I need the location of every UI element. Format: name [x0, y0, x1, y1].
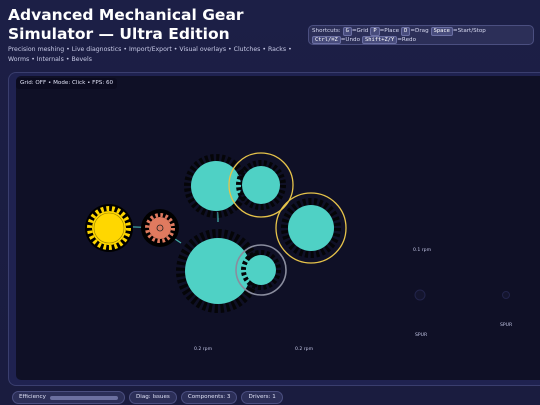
rpm-label: 0.1 rpm: [413, 248, 432, 253]
teal-gear-large[interactable]: [176, 229, 260, 313]
shortcut-action: =Undo: [340, 36, 361, 43]
shortcut-drag: D =Drag: [401, 27, 429, 36]
efficiency-meter: Efficiency: [12, 391, 125, 404]
gear-body: [246, 255, 276, 285]
gear-body: [149, 217, 171, 239]
teal-gear-right[interactable]: [281, 198, 341, 258]
gear-body: [185, 238, 251, 304]
shortcut-grid: G =Grid: [342, 27, 369, 36]
shortcut-key: G: [342, 27, 352, 36]
shortcut-key: Shift+Z/Y: [362, 35, 398, 44]
hud-status: Grid: OFF • Mode: Click • FPS: 60: [16, 78, 118, 89]
shortcut-redo: Shift+Z/Y =Redo: [362, 35, 416, 44]
gear-body: [288, 205, 334, 251]
shortcut-undo: Ctrl/⌘Z =Undo: [312, 35, 361, 44]
efficiency-fill: [49, 395, 118, 400]
shortcut-start-stop: Space =Start/Stop: [430, 27, 486, 36]
shortcut-key: D: [401, 27, 411, 36]
efficiency-track: [49, 395, 118, 400]
teal-gear-upper-small[interactable]: [236, 160, 286, 210]
shortcut-key: P: [370, 27, 380, 36]
shortcut-action: =Grid: [351, 28, 369, 34]
spur-label: SPUR: [415, 333, 428, 338]
spur-gear-faint: [414, 289, 426, 301]
shortcut-key: Space: [430, 27, 453, 36]
components-badge: Components: 3: [180, 391, 238, 404]
simulation-canvas[interactable]: [16, 76, 540, 380]
shortcut-action: =Redo: [397, 36, 416, 43]
shortcut-action: =Start/Stop: [452, 28, 486, 34]
shortcut-action: =Drag: [410, 28, 429, 34]
rpm-label: 0.2 rpm: [194, 347, 213, 352]
page-title: Advanced Mechanical Gear Simulator — Ult…: [8, 6, 244, 43]
shortcut-place: P =Place: [370, 27, 399, 36]
gear-body: [92, 211, 126, 245]
teal-gear-small[interactable]: [241, 250, 281, 290]
shortcuts-panel: Shortcuts: G =Grid P =Place D =Drag Space =S…: [308, 25, 534, 45]
shortcut-action: =Place: [379, 28, 400, 34]
drivers-badge: Drivers: 1: [241, 391, 283, 404]
gear-scene[interactable]: [16, 76, 540, 380]
page-subtitle: Precision meshing • Live diagnostics • I…: [8, 46, 292, 63]
shortcuts-label: Shortcuts:: [312, 28, 341, 35]
rpm-label: 0.2 rpm: [295, 347, 314, 352]
status-bar: Efficiency Diag: Issues Components: 3 Dr…: [12, 391, 283, 404]
spur-gear-faint: [502, 291, 510, 299]
shortcut-key: Ctrl/⌘Z: [312, 35, 341, 44]
efficiency-label: Efficiency: [19, 394, 46, 400]
diag-badge[interactable]: Diag: Issues: [128, 391, 177, 404]
gear-body: [242, 166, 280, 204]
spur-label: SPUR: [500, 323, 513, 328]
